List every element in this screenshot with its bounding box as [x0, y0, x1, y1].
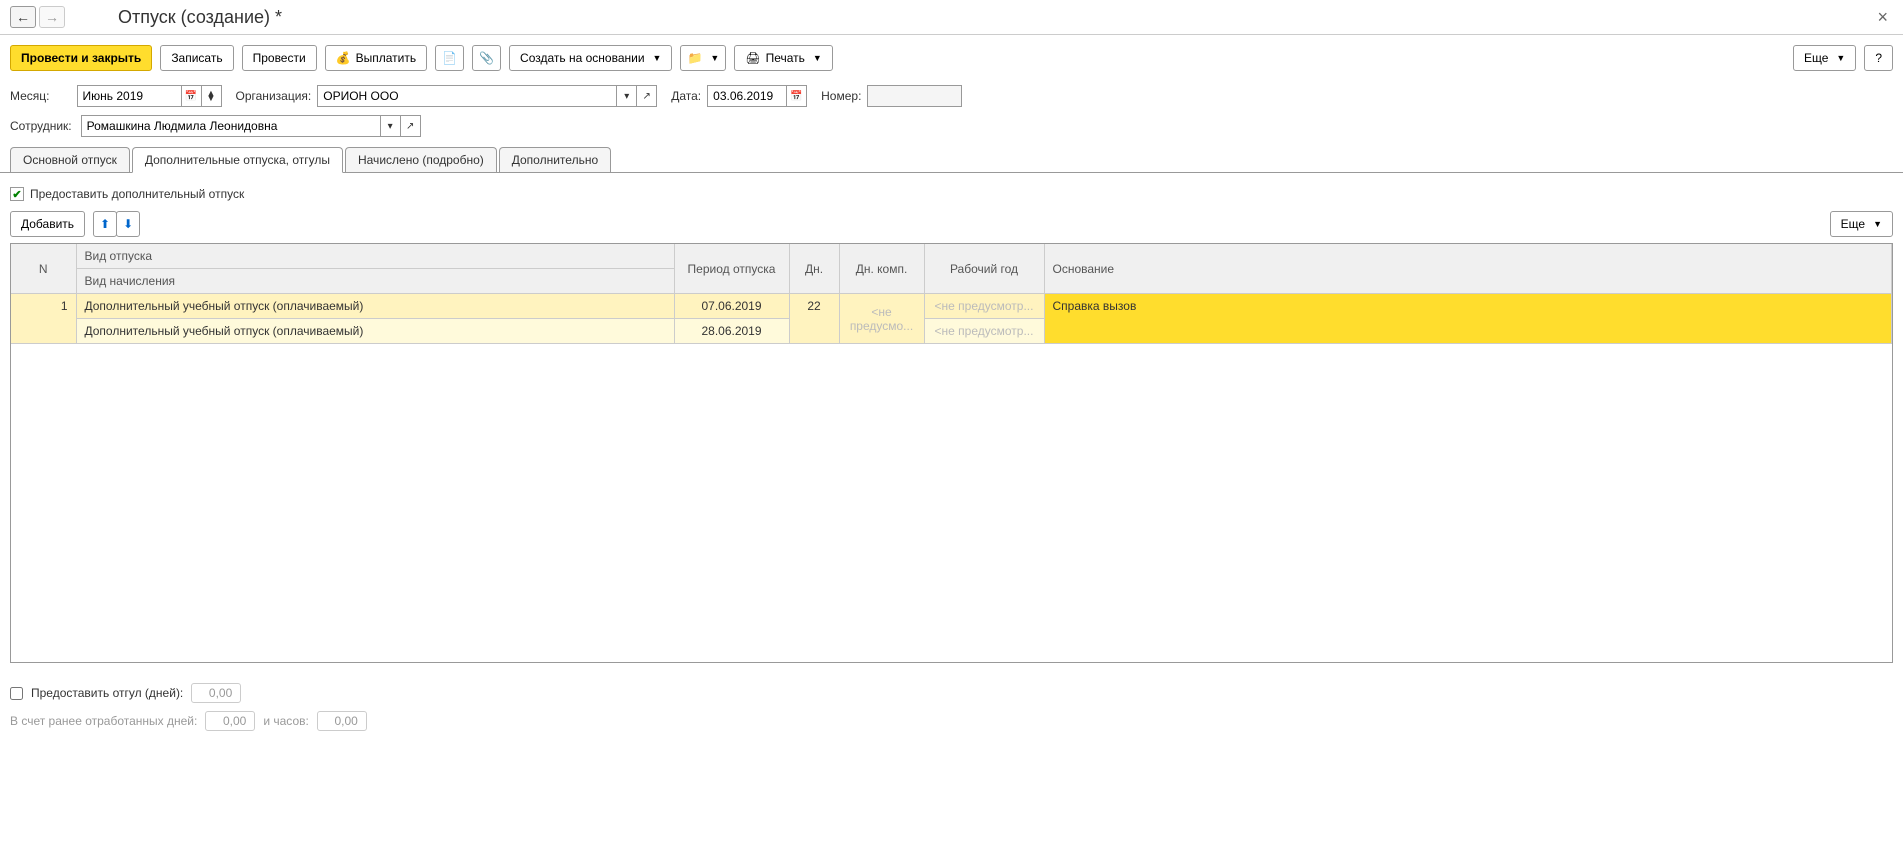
employee-input[interactable]	[81, 115, 381, 137]
print-label: Печать	[766, 51, 805, 65]
more-label: Еще	[1804, 51, 1828, 65]
folder-icon	[687, 51, 702, 65]
open-button[interactable]: ↗	[401, 115, 421, 137]
main-toolbar: Провести и закрыть Записать Провести Вып…	[0, 35, 1903, 81]
cell-comp: <не предусмо...	[839, 294, 924, 344]
printer-icon	[745, 51, 760, 65]
help-button[interactable]: ?	[1864, 45, 1893, 71]
caret-down-icon: ▼	[813, 53, 822, 63]
table-more-label: Еще	[1841, 217, 1865, 231]
dropdown-button[interactable]: ▾	[381, 115, 401, 137]
date-input[interactable]	[707, 85, 787, 107]
prev-hours-input	[317, 711, 367, 731]
nav-back-button[interactable]: ←	[10, 6, 36, 28]
table-wrapper: N Вид отпуска Период отпуска Дн. Дн. ком…	[10, 243, 1893, 663]
cell-year1: <не предусмотр...	[924, 294, 1044, 319]
cell-days[interactable]: 22	[789, 294, 839, 344]
col-header-days[interactable]: Дн.	[789, 244, 839, 294]
tab-extra[interactable]: Дополнительно	[499, 147, 611, 172]
dropdown-button[interactable]: ▾	[617, 85, 637, 107]
calendar-icon[interactable]	[787, 85, 807, 107]
form-row-month: Месяц: ▲▼ Организация: ▾ ↗ Дата: Номер:	[0, 81, 1903, 111]
col-header-n[interactable]: N	[11, 244, 76, 294]
pay-button[interactable]: Выплатить	[325, 45, 427, 71]
post-and-close-button[interactable]: Провести и закрыть	[10, 45, 152, 71]
prev-days-input	[205, 711, 255, 731]
table-toolbar: Добавить ⬆ ⬇ Еще ▼	[10, 205, 1893, 243]
open-button[interactable]: ↗	[637, 85, 657, 107]
create-based-on-button[interactable]: Создать на основании ▼	[509, 45, 672, 71]
title-bar: ← → Отпуск (создание) * ×	[0, 0, 1903, 35]
post-button[interactable]: Провести	[242, 45, 317, 71]
form-row-employee: Сотрудник: ▾ ↗	[0, 111, 1903, 141]
folder-dropdown-button[interactable]: ▼	[680, 45, 726, 71]
employee-label: Сотрудник:	[10, 119, 72, 133]
cell-n: 1	[11, 294, 76, 344]
clip-icon	[479, 51, 494, 65]
col-header-basis[interactable]: Основание	[1044, 244, 1892, 294]
footer: Предоставить отгул (дней): В счет ранее …	[0, 673, 1903, 741]
tab-bar: Основной отпуск Дополнительные отпуска, …	[0, 147, 1903, 173]
date-label: Дата:	[671, 89, 701, 103]
tab-additional-vacation[interactable]: Дополнительные отпуска, отгулы	[132, 147, 343, 173]
document-button[interactable]	[435, 45, 464, 71]
dayoff-days-input[interactable]	[191, 683, 241, 703]
tab-content: ✔ Предоставить дополнительный отпуск Доб…	[0, 173, 1903, 673]
provide-dayoff-checkbox[interactable]	[10, 687, 23, 700]
and-hours-label: и часов:	[263, 714, 308, 728]
provide-dayoff-label: Предоставить отгул (дней):	[31, 686, 183, 700]
number-input	[867, 85, 962, 107]
attach-button[interactable]	[472, 45, 501, 71]
calendar-icon[interactable]	[182, 85, 202, 107]
prev-worked-label: В счет ранее отработанных дней:	[10, 714, 197, 728]
add-row-button[interactable]: Добавить	[10, 211, 85, 237]
print-button[interactable]: Печать ▼	[734, 45, 832, 71]
caret-down-icon: ▼	[710, 53, 719, 63]
month-label: Месяц:	[10, 89, 50, 103]
close-icon[interactable]: ×	[1872, 7, 1893, 28]
vacation-table: N Вид отпуска Период отпуска Дн. Дн. ком…	[11, 244, 1892, 344]
col-header-year[interactable]: Рабочий год	[924, 244, 1044, 294]
organization-input[interactable]	[317, 85, 617, 107]
provide-additional-row: ✔ Предоставить дополнительный отпуск	[10, 183, 1893, 205]
tab-calculated[interactable]: Начислено (подробно)	[345, 147, 497, 172]
cell-basis[interactable]: Справка вызов	[1044, 294, 1892, 344]
document-icon	[442, 51, 457, 65]
money-icon	[336, 51, 351, 65]
cell-period-to[interactable]: 28.06.2019	[674, 319, 789, 344]
page-title: Отпуск (создание) *	[118, 7, 282, 28]
org-label: Организация:	[236, 89, 312, 103]
cell-year2: <не предусмотр...	[924, 319, 1044, 344]
cell-accrual[interactable]: Дополнительный учебный отпуск (оплачивае…	[76, 319, 674, 344]
save-button[interactable]: Записать	[160, 45, 233, 71]
number-label: Номер:	[821, 89, 861, 103]
move-down-button[interactable]: ⬇	[116, 211, 140, 237]
table-more-button[interactable]: Еще ▼	[1830, 211, 1893, 237]
month-input[interactable]	[77, 85, 182, 107]
caret-down-icon: ▼	[653, 53, 662, 63]
col-header-period[interactable]: Период отпуска	[674, 244, 789, 294]
col-header-comp[interactable]: Дн. комп.	[839, 244, 924, 294]
more-button[interactable]: Еще ▼	[1793, 45, 1856, 71]
caret-down-icon: ▼	[1836, 53, 1845, 63]
nav-forward-button[interactable]: →	[39, 6, 65, 28]
caret-down-icon: ▼	[1873, 219, 1882, 229]
cell-type[interactable]: Дополнительный учебный отпуск (оплачивае…	[76, 294, 674, 319]
spinner-button[interactable]: ▲▼	[202, 85, 222, 107]
provide-additional-label: Предоставить дополнительный отпуск	[30, 187, 244, 201]
move-up-button[interactable]: ⬆	[93, 211, 117, 237]
pay-label: Выплатить	[356, 51, 417, 65]
create-based-label: Создать на основании	[520, 51, 645, 65]
provide-additional-checkbox[interactable]: ✔	[10, 187, 24, 201]
table-row[interactable]: 1 Дополнительный учебный отпуск (оплачив…	[11, 294, 1892, 319]
col-header-type[interactable]: Вид отпуска	[76, 244, 674, 269]
cell-period-from[interactable]: 07.06.2019	[674, 294, 789, 319]
tab-main-vacation[interactable]: Основной отпуск	[10, 147, 130, 172]
col-header-accrual[interactable]: Вид начисления	[76, 269, 674, 294]
